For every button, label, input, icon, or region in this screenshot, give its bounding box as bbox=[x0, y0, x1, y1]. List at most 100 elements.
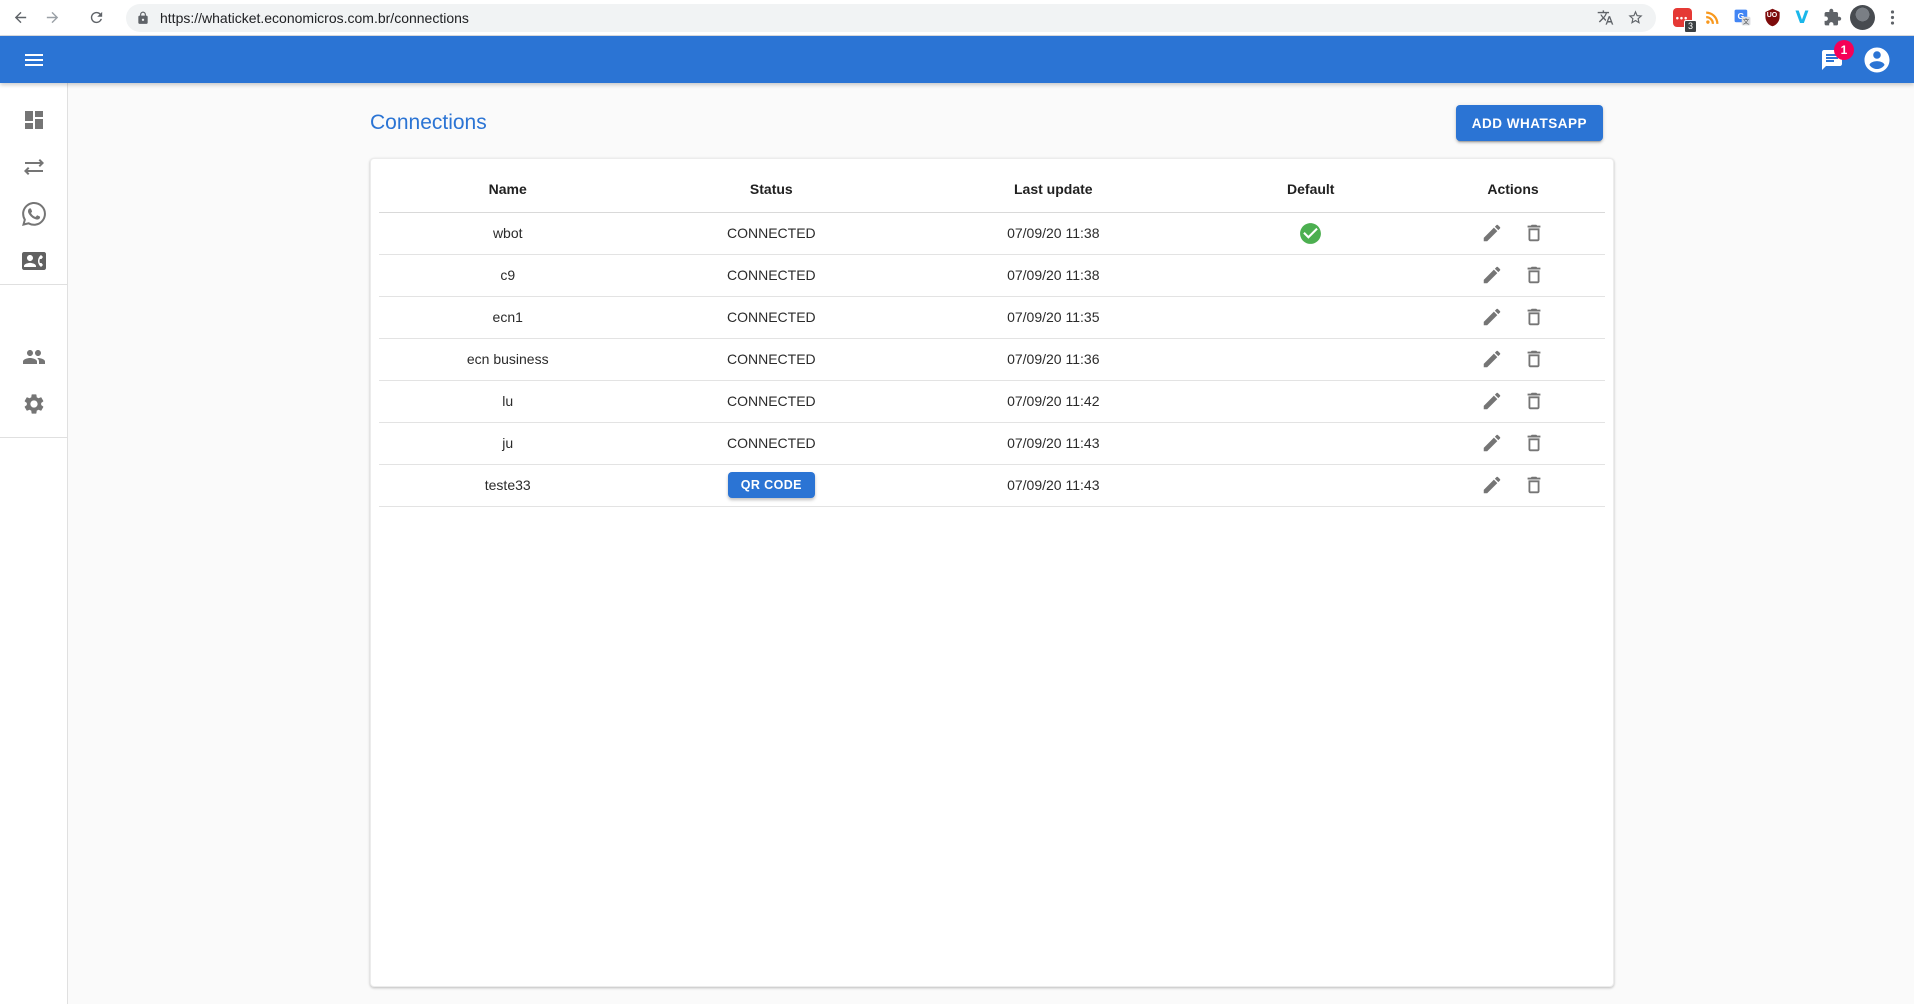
rss-icon[interactable] bbox=[1698, 4, 1726, 32]
connection-last-update: 07/09/20 11:43 bbox=[906, 464, 1200, 506]
ublock-icon[interactable]: UO bbox=[1758, 4, 1786, 32]
forward-icon[interactable] bbox=[40, 6, 64, 30]
delete-connection-button[interactable] bbox=[1521, 304, 1547, 330]
delete-connection-button[interactable] bbox=[1521, 262, 1547, 288]
connection-status: CONNECTED bbox=[727, 225, 816, 241]
edit-pencil-icon bbox=[1481, 432, 1503, 454]
connection-name: c9 bbox=[379, 254, 636, 296]
column-header-name: Name bbox=[379, 167, 636, 212]
app-bar: 1 bbox=[0, 36, 1914, 83]
sidebar-item-contacts[interactable] bbox=[0, 237, 67, 284]
vimeo-icon[interactable]: V bbox=[1788, 4, 1816, 32]
table-row: ju CONNECTED 07/09/20 11:43 bbox=[379, 422, 1605, 464]
trash-icon bbox=[1523, 390, 1545, 412]
notification-badge: 1 bbox=[1834, 40, 1854, 60]
connection-last-update: 07/09/20 11:42 bbox=[906, 380, 1200, 422]
connection-last-update: 07/09/20 11:35 bbox=[906, 296, 1200, 338]
connection-status: CONNECTED bbox=[727, 393, 816, 409]
delete-connection-button[interactable] bbox=[1521, 388, 1547, 414]
chat-icon[interactable]: 1 bbox=[1820, 48, 1844, 72]
extension-badge: 3 bbox=[1684, 20, 1697, 33]
sidebar-item-settings[interactable] bbox=[0, 380, 67, 427]
edit-pencil-icon bbox=[1481, 390, 1503, 412]
default-check-icon bbox=[1298, 224, 1323, 240]
menu-dots-icon[interactable] bbox=[1878, 4, 1906, 32]
edit-connection-button[interactable] bbox=[1479, 346, 1505, 372]
sidebar bbox=[0, 83, 68, 1004]
delete-connection-button[interactable] bbox=[1521, 430, 1547, 456]
back-icon[interactable] bbox=[8, 6, 32, 30]
edit-pencil-icon bbox=[1481, 222, 1503, 244]
bookmark-star-icon[interactable] bbox=[1624, 7, 1646, 29]
contacts-icon bbox=[22, 249, 46, 273]
red-extension-icon[interactable]: ••• 3 bbox=[1668, 4, 1696, 32]
edit-connection-button[interactable] bbox=[1479, 472, 1505, 498]
edit-connection-button[interactable] bbox=[1479, 430, 1505, 456]
edit-connection-button[interactable] bbox=[1479, 220, 1505, 246]
address-bar[interactable]: https://whaticket.economicros.com.br/con… bbox=[126, 4, 1656, 32]
connection-status: CONNECTED bbox=[727, 351, 816, 367]
column-header-actions: Actions bbox=[1421, 167, 1605, 212]
edit-connection-button[interactable] bbox=[1479, 262, 1505, 288]
connections-sync-icon bbox=[22, 155, 46, 179]
trash-icon bbox=[1523, 306, 1545, 328]
connection-name: ecn1 bbox=[379, 296, 636, 338]
table-row: teste33 QR CODE 07/09/20 11:43 bbox=[379, 464, 1605, 506]
connection-name: ju bbox=[379, 422, 636, 464]
url-text: https://whaticket.economicros.com.br/con… bbox=[160, 10, 1586, 26]
puzzle-icon[interactable] bbox=[1818, 4, 1846, 32]
profile-avatar[interactable] bbox=[1848, 4, 1876, 32]
sidebar-item-connections[interactable] bbox=[0, 143, 67, 190]
whatsapp-icon bbox=[22, 202, 46, 226]
qr-code-button[interactable]: QR CODE bbox=[728, 472, 815, 498]
sidebar-item-dashboard[interactable] bbox=[0, 96, 67, 143]
users-icon bbox=[22, 345, 46, 369]
reload-icon[interactable] bbox=[84, 6, 108, 30]
svg-text:文: 文 bbox=[1742, 16, 1749, 25]
delete-connection-button[interactable] bbox=[1521, 346, 1547, 372]
account-circle-icon[interactable] bbox=[1862, 45, 1892, 75]
connection-last-update: 07/09/20 11:38 bbox=[906, 254, 1200, 296]
connection-last-update: 07/09/20 11:43 bbox=[906, 422, 1200, 464]
column-header-default: Default bbox=[1200, 167, 1421, 212]
connection-name: teste33 bbox=[379, 464, 636, 506]
translate-icon[interactable] bbox=[1594, 7, 1616, 29]
delete-connection-button[interactable] bbox=[1521, 472, 1547, 498]
edit-connection-button[interactable] bbox=[1479, 304, 1505, 330]
connection-name: lu bbox=[379, 380, 636, 422]
settings-icon bbox=[22, 392, 46, 416]
connections-table: Name Status Last update Default Actions … bbox=[379, 167, 1605, 507]
edit-pencil-icon bbox=[1481, 348, 1503, 370]
sidebar-divider bbox=[0, 437, 67, 438]
connection-last-update: 07/09/20 11:38 bbox=[906, 212, 1200, 254]
connection-name: wbot bbox=[379, 212, 636, 254]
edit-pencil-icon bbox=[1481, 306, 1503, 328]
table-row: ecn business CONNECTED 07/09/20 11:36 bbox=[379, 338, 1605, 380]
trash-icon bbox=[1523, 474, 1545, 496]
extensions-strip: ••• 3 G文 UO V bbox=[1666, 4, 1906, 32]
sidebar-item-tickets[interactable] bbox=[0, 190, 67, 237]
trash-icon bbox=[1523, 264, 1545, 286]
add-whatsapp-button[interactable]: ADD WHATSAPP bbox=[1456, 105, 1603, 141]
edit-pencil-icon bbox=[1481, 474, 1503, 496]
sidebar-item-users[interactable] bbox=[0, 333, 67, 380]
table-row: lu CONNECTED 07/09/20 11:42 bbox=[379, 380, 1605, 422]
column-header-last-update: Last update bbox=[906, 167, 1200, 212]
trash-icon bbox=[1523, 348, 1545, 370]
connection-name: ecn business bbox=[379, 338, 636, 380]
menu-icon[interactable] bbox=[22, 48, 46, 72]
connections-card: Name Status Last update Default Actions … bbox=[370, 158, 1614, 987]
main-content: Connections ADD WHATSAPP Name Status Las… bbox=[68, 83, 1914, 1004]
delete-connection-button[interactable] bbox=[1521, 220, 1547, 246]
connection-status: CONNECTED bbox=[727, 309, 816, 325]
browser-toolbar: https://whaticket.economicros.com.br/con… bbox=[0, 0, 1914, 36]
connection-status: CONNECTED bbox=[727, 435, 816, 451]
trash-icon bbox=[1523, 222, 1545, 244]
lock-icon bbox=[136, 11, 150, 25]
table-row: c9 CONNECTED 07/09/20 11:38 bbox=[379, 254, 1605, 296]
connection-last-update: 07/09/20 11:36 bbox=[906, 338, 1200, 380]
edit-connection-button[interactable] bbox=[1479, 388, 1505, 414]
trash-icon bbox=[1523, 432, 1545, 454]
connection-status: CONNECTED bbox=[727, 267, 816, 283]
translate-extension-icon[interactable]: G文 bbox=[1728, 4, 1756, 32]
